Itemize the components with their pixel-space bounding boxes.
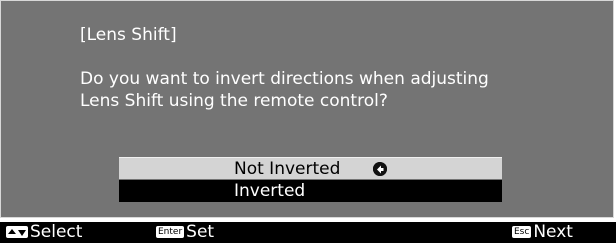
option-list: Not Inverted Inverted <box>119 157 502 202</box>
button-guide-bar: Select Enter Set Esc Next <box>0 222 616 243</box>
footer-select-label: Select <box>30 222 83 242</box>
footer-select: Select <box>6 222 82 243</box>
footer-set: Enter Set <box>156 222 214 243</box>
check-circle-icon <box>373 162 387 176</box>
dialog-message-line-2: Lens Shift using the remote control? <box>80 91 388 111</box>
dialog-title: [Lens Shift] <box>80 25 177 45</box>
enter-key-icon: Enter <box>156 226 185 238</box>
footer-set-label: Set <box>186 222 215 242</box>
footer-next: Esc Next <box>512 222 573 243</box>
option-label: Inverted <box>234 181 306 201</box>
dialog-message-line-1: Do you want to invert directions when ad… <box>80 69 489 89</box>
projector-menu-screen: [Lens Shift] Do you want to invert direc… <box>0 0 616 243</box>
esc-key-icon: Esc <box>512 226 532 238</box>
lens-shift-dialog: [Lens Shift] Do you want to invert direc… <box>0 0 614 218</box>
up-down-arrow-icon <box>6 226 28 238</box>
dialog-message: Do you want to invert directions when ad… <box>80 68 489 112</box>
option-not-inverted[interactable]: Not Inverted <box>119 157 502 179</box>
option-inverted[interactable]: Inverted <box>119 180 502 202</box>
option-label: Not Inverted <box>234 159 341 179</box>
footer-next-label: Next <box>533 222 573 242</box>
